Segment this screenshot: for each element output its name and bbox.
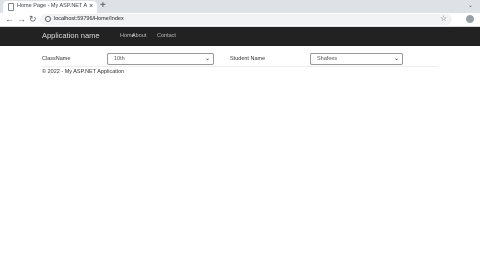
profile-icon[interactable] [466, 15, 474, 23]
back-button[interactable]: ← [5, 14, 14, 25]
chevron-down-icon: ⌄ [204, 56, 210, 62]
student-name-select[interactable]: Shafees ⌄ [310, 53, 403, 65]
reload-button[interactable]: ↻ [29, 14, 37, 25]
app-navbar: Application name Home About Contact [0, 27, 480, 46]
tab-search-icon[interactable]: ⌄ [468, 2, 473, 9]
browser-toolbar: ← → ↻ localhost:59796/Home/Index ☆ [0, 13, 480, 27]
chevron-down-icon: ⌄ [393, 56, 399, 62]
browser-tab-strip: Home Page - My ASP.NET Appli × + ⌄ [0, 0, 480, 13]
info-icon[interactable] [45, 16, 51, 22]
close-tab-icon[interactable]: × [89, 2, 93, 11]
forward-button[interactable]: → [17, 14, 26, 25]
footer-divider [42, 66, 438, 67]
class-name-select[interactable]: 10th ⌄ [107, 53, 214, 65]
class-name-label: ClassName [42, 56, 71, 62]
star-icon[interactable]: ☆ [440, 14, 447, 24]
document-icon [8, 3, 14, 11]
new-tab-button[interactable]: + [100, 0, 106, 12]
address-bar[interactable]: localhost:59796/Home/Index ☆ [40, 14, 452, 25]
nav-about-link[interactable]: About [132, 33, 146, 39]
tab-title: Home Page - My ASP.NET Appli [17, 3, 87, 9]
nav-contact-link[interactable]: Contact [157, 33, 176, 39]
footer-text: © 2022 - My ASP.NET Application [42, 69, 125, 75]
class-name-value: 10th [114, 56, 125, 62]
student-name-label: Student Name [230, 56, 266, 62]
browser-tab[interactable]: Home Page - My ASP.NET Appli × [3, 1, 97, 13]
url-text: localhost:59796/Home/Index [54, 16, 124, 22]
student-name-value: Shafees [317, 56, 338, 62]
brand-link[interactable]: Application name [42, 31, 100, 40]
